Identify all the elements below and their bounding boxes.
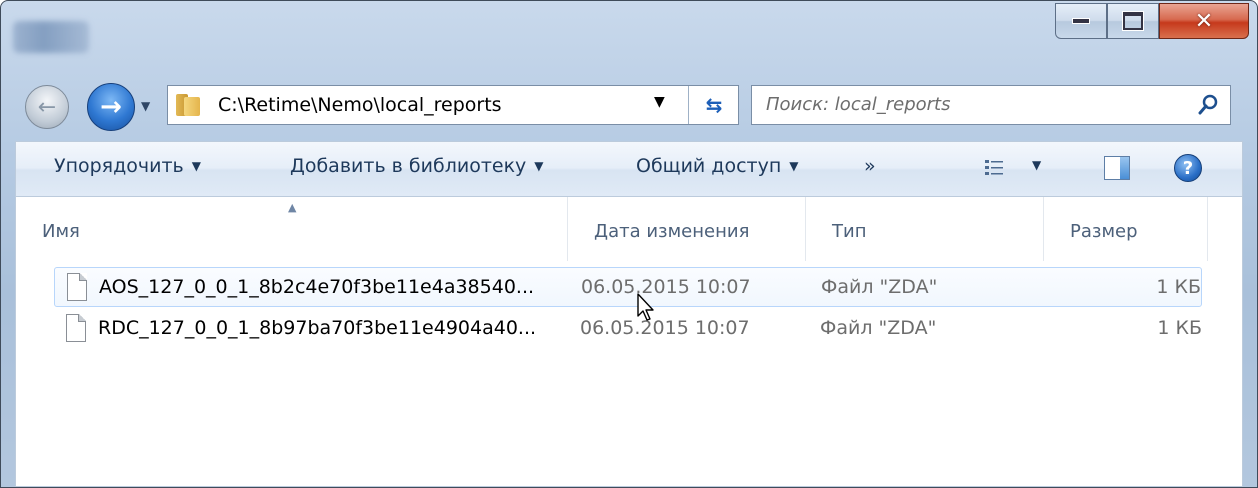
file-icon: [66, 314, 86, 342]
column-header-type[interactable]: Тип: [806, 197, 1044, 261]
maximize-icon: [1123, 12, 1143, 30]
refresh-icon: ⇆: [705, 93, 723, 117]
file-date: 06.05.2015 10:07: [580, 317, 750, 339]
forward-arrow-icon: →: [100, 92, 122, 122]
folder-icon: [176, 94, 202, 116]
table-row[interactable]: RDC_127_0_0_1_8b97ba70f3be11e4904a40... …: [54, 309, 1202, 349]
share-chevron-down-icon: ▼: [789, 159, 799, 173]
add-to-library-label: Добавить в библиотеку: [290, 155, 527, 177]
command-bar: Упорядочить ▼ Добавить в библиотеку ▼ Общи…: [15, 141, 1243, 197]
views-icon[interactable]: [984, 159, 1004, 177]
file-icon: [67, 273, 87, 301]
file-size: 1 КБ: [1156, 276, 1201, 298]
column-header-size[interactable]: Размер: [1044, 197, 1208, 261]
search-icon[interactable]: [1198, 94, 1218, 116]
views-chevron-down-icon[interactable]: ▼: [1032, 158, 1041, 172]
column-header-size-label: Размер: [1070, 221, 1138, 242]
file-name: AOS_127_0_0_1_8b2c4e70f3be11e4a38540...: [99, 276, 535, 298]
search-box[interactable]: Поиск: local_reports: [751, 85, 1231, 125]
column-header-name-label: Имя: [42, 221, 80, 242]
maximize-button[interactable]: [1107, 3, 1159, 39]
preview-pane-icon[interactable]: [1104, 156, 1130, 180]
file-date: 06.05.2015 10:07: [581, 276, 751, 298]
more-commands-button[interactable]: »: [864, 155, 876, 177]
address-dropdown-icon[interactable]: ▼: [654, 94, 665, 110]
mouse-cursor-icon: [637, 293, 654, 321]
more-commands-label: »: [864, 155, 876, 177]
sort-ascending-icon: ▲: [288, 201, 297, 214]
file-type: Файл "ZDA": [820, 317, 937, 339]
column-header-date-label: Дата изменения: [594, 221, 750, 242]
add-to-library-chevron-down-icon: ▼: [534, 159, 544, 173]
minimize-icon: [1072, 18, 1090, 24]
share-button[interactable]: Общий доступ ▼: [636, 155, 798, 177]
column-header-type-label: Тип: [832, 221, 867, 242]
organize-button[interactable]: Упорядочить ▼: [54, 155, 201, 177]
close-icon: ✕: [1194, 8, 1214, 34]
title-bar[interactable]: ✕: [1, 1, 1257, 71]
table-row[interactable]: AOS_127_0_0_1_8b2c4e70f3be11e4a38540... …: [54, 267, 1202, 307]
file-type: Файл "ZDA": [821, 276, 938, 298]
back-arrow-icon: ←: [37, 94, 57, 120]
navigation-row: ← → ▼ C:\Retime\Nemo\local_reports ▼ ⇆ П…: [1, 79, 1257, 133]
forward-button[interactable]: →: [87, 83, 135, 131]
share-label: Общий доступ: [636, 155, 782, 177]
organize-label: Упорядочить: [54, 155, 184, 177]
address-bar[interactable]: C:\Retime\Nemo\local_reports ▼ ⇆: [167, 85, 739, 125]
help-icon[interactable]: ?: [1174, 154, 1202, 182]
add-to-library-button[interactable]: Добавить в библиотеку ▼: [290, 155, 544, 177]
explorer-window: ✕ ← → ▼ C:\Retime\Nemo\local_reports ▼ ⇆…: [0, 0, 1258, 488]
file-list: Имя ▲ Дата изменения Тип Размер AOS_127_…: [15, 197, 1243, 487]
blurred-title-icon: [13, 21, 89, 53]
file-size: 1 КБ: [1157, 317, 1202, 339]
address-path[interactable]: C:\Retime\Nemo\local_reports: [218, 94, 502, 116]
close-button[interactable]: ✕: [1159, 3, 1249, 39]
recent-pages-dropdown[interactable]: ▼: [141, 99, 150, 113]
refresh-button[interactable]: ⇆: [688, 86, 739, 124]
back-button[interactable]: ←: [25, 85, 69, 129]
organize-chevron-down-icon: ▼: [191, 159, 201, 173]
file-name: RDC_127_0_0_1_8b97ba70f3be11e4904a40...: [98, 317, 537, 339]
search-input[interactable]: Поиск: local_reports: [766, 94, 951, 115]
column-headers: Имя ▲ Дата изменения Тип Размер: [16, 197, 1242, 261]
window-controls: ✕: [1055, 3, 1249, 41]
minimize-button[interactable]: [1055, 3, 1107, 39]
column-header-date[interactable]: Дата изменения: [568, 197, 806, 261]
